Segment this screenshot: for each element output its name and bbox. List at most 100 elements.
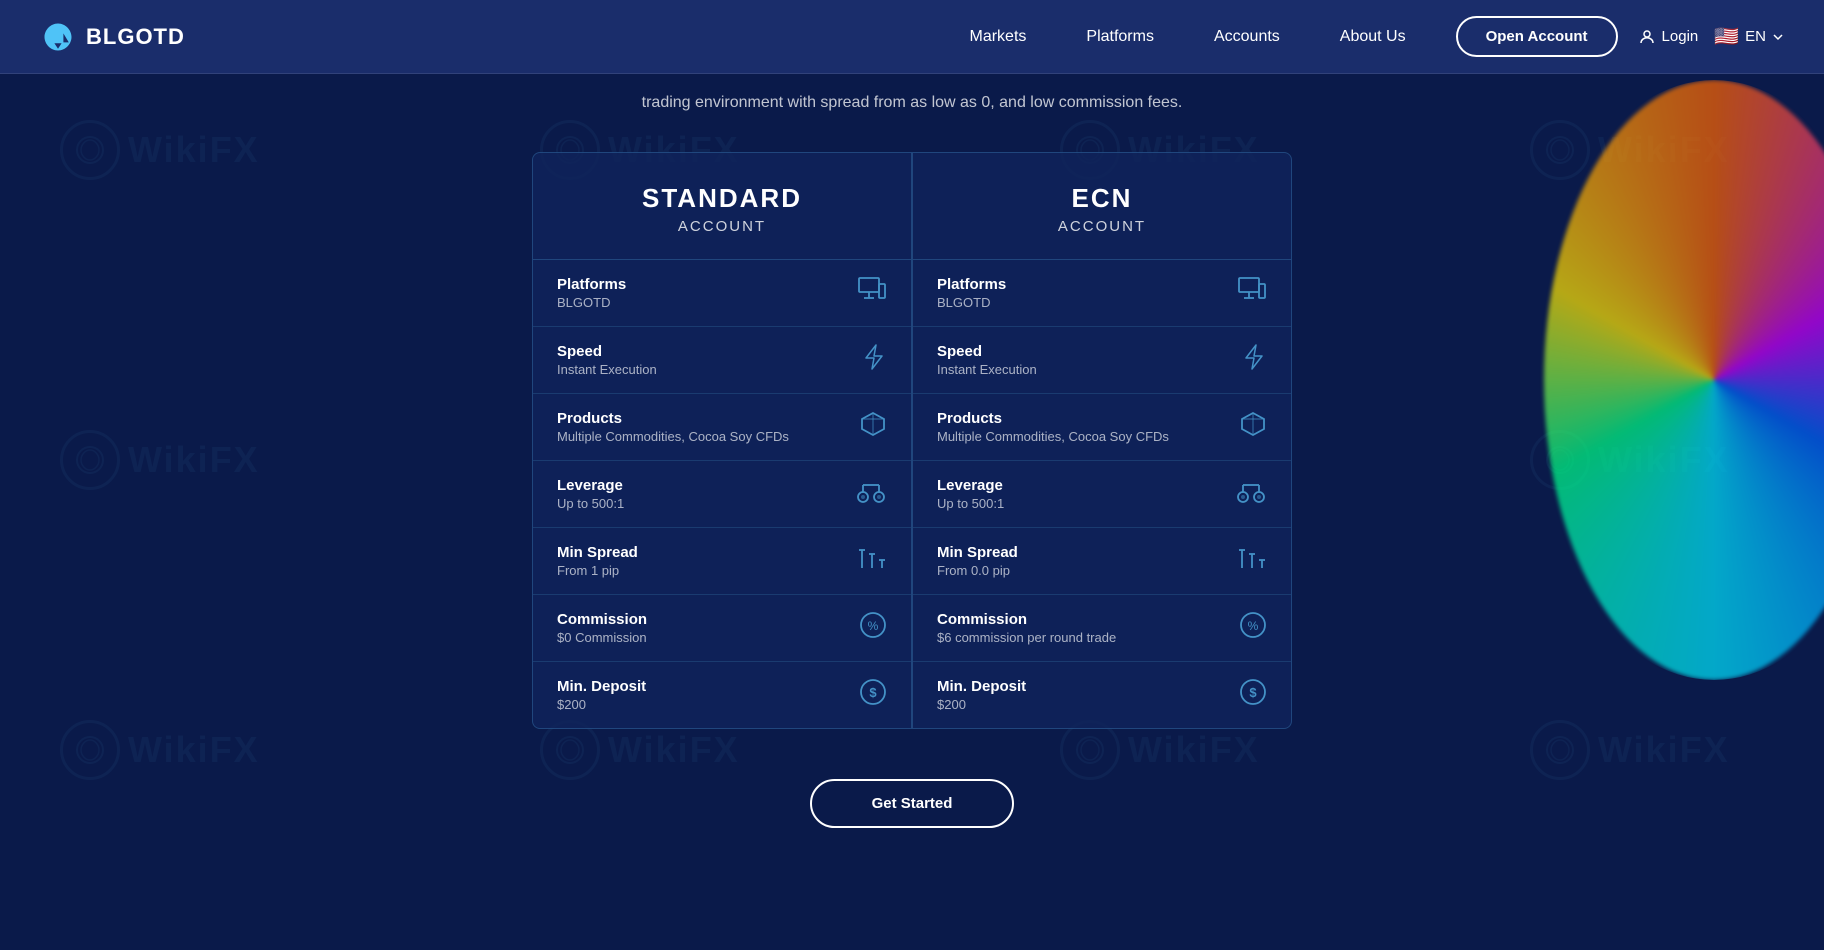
standard-row-leverage: Leverage Up to 500:1 [533,461,911,528]
ecn-products-label: Products [937,410,1169,427]
user-icon [1638,28,1656,46]
ecn-speed-value: Instant Execution [937,362,1037,377]
ecn-products-value: Multiple Commodities, Cocoa Soy CFDs [937,429,1169,444]
standard-title: STANDARD [553,183,891,214]
ecn-deposit-text: Min. Deposit $200 [937,678,1026,712]
standard-row-deposit: Min. Deposit $200 $ [533,662,911,728]
ecn-row-deposit: Min. Deposit $200 $ [913,662,1291,728]
nav-right: Login 🇺🇸 EN [1638,24,1784,49]
standard-leverage-text: Leverage Up to 500:1 [557,477,624,511]
ecn-speed-text: Speed Instant Execution [937,343,1037,377]
ecn-subtitle: ACCOUNT [933,218,1271,235]
deposit-icon: $ [859,678,887,712]
standard-deposit-value: $200 [557,697,646,712]
lang-label: EN [1745,28,1766,45]
navbar: BLGOTD Markets Platforms Accounts About … [0,0,1824,74]
subtitle-text: trading environment with spread from as … [412,74,1412,122]
login-button[interactable]: Login [1638,28,1699,46]
ecn-platforms-icon [1237,276,1267,310]
nav-item-markets[interactable]: Markets [939,0,1056,74]
ecn-leverage-text: Leverage Up to 500:1 [937,477,1004,511]
ecn-card-header: ECN ACCOUNT [913,153,1291,260]
ecn-deposit-value: $200 [937,697,1026,712]
ecn-spread-icon [1237,544,1267,578]
standard-rows: Platforms BLGOTD Speed [533,260,911,728]
ecn-speed-label: Speed [937,343,1037,360]
standard-platforms-value: BLGOTD [557,295,626,310]
ecn-title: ECN [933,183,1271,214]
ecn-commission-text: Commission $6 commission per round trade [937,611,1116,645]
ecn-account-card: ECN ACCOUNT Platforms BLGOTD [912,152,1292,729]
ecn-leverage-icon [1235,477,1267,511]
nav-link-accounts[interactable]: Accounts [1184,0,1310,74]
standard-row-commission: Commission $0 Commission % [533,595,911,662]
spread-icon [857,544,887,578]
svg-text:%: % [868,619,879,633]
ecn-deposit-label: Min. Deposit [937,678,1026,695]
nav-link-markets[interactable]: Markets [939,0,1056,74]
ecn-row-spread: Min Spread From 0.0 pip [913,528,1291,595]
ecn-platforms-text: Platforms BLGOTD [937,276,1006,310]
standard-speed-text: Speed Instant Execution [557,343,657,377]
standard-subtitle: ACCOUNT [553,218,891,235]
main-content: trading environment with spread from as … [0,74,1824,898]
ecn-rows: Platforms BLGOTD Speed [913,260,1291,728]
nav-links: Markets Platforms Accounts About Us [939,0,1435,74]
ecn-speed-icon [1241,343,1267,377]
standard-row-speed: Speed Instant Execution [533,327,911,394]
standard-deposit-label: Min. Deposit [557,678,646,695]
flag-icon: 🇺🇸 [1714,24,1739,49]
standard-account-card: STANDARD ACCOUNT Platforms BLGOTD [532,152,912,729]
standard-platforms-label: Platforms [557,276,626,293]
standard-row-products: Products Multiple Commodities, Cocoa Soy… [533,394,911,461]
ecn-spread-value: From 0.0 pip [937,563,1018,578]
svg-text:%: % [1248,619,1259,633]
nav-item-platforms[interactable]: Platforms [1056,0,1184,74]
standard-commission-text: Commission $0 Commission [557,611,647,645]
get-started-button[interactable]: Get Started [810,779,1015,828]
ecn-row-commission: Commission $6 commission per round trade… [913,595,1291,662]
standard-commission-value: $0 Commission [557,630,647,645]
standard-spread-value: From 1 pip [557,563,638,578]
nav-link-about[interactable]: About Us [1310,0,1436,74]
ecn-row-platforms: Platforms BLGOTD [913,260,1291,327]
ecn-platforms-label: Platforms [937,276,1006,293]
open-account-button[interactable]: Open Account [1456,16,1618,57]
standard-speed-value: Instant Execution [557,362,657,377]
standard-card-header: STANDARD ACCOUNT [533,153,911,260]
commission-icon: % [859,611,887,645]
standard-spread-text: Min Spread From 1 pip [557,544,638,578]
leverage-icon [855,477,887,511]
bottom-area: Get Started [0,759,1824,858]
ecn-deposit-icon: $ [1239,678,1267,712]
login-label: Login [1662,28,1699,45]
nav-link-platforms[interactable]: Platforms [1056,0,1184,74]
standard-speed-label: Speed [557,343,657,360]
standard-deposit-text: Min. Deposit $200 [557,678,646,712]
standard-leverage-value: Up to 500:1 [557,496,624,511]
platforms-icon [857,276,887,310]
nav-item-about[interactable]: About Us [1310,0,1436,74]
ecn-spread-text: Min Spread From 0.0 pip [937,544,1018,578]
logo-text: BLGOTD [86,24,185,50]
ecn-row-leverage: Leverage Up to 500:1 [913,461,1291,528]
standard-spread-label: Min Spread [557,544,638,561]
standard-products-value: Multiple Commodities, Cocoa Soy CFDs [557,429,789,444]
language-selector[interactable]: 🇺🇸 EN [1714,24,1784,49]
ecn-spread-label: Min Spread [937,544,1018,561]
ecn-commission-value: $6 commission per round trade [937,630,1116,645]
standard-row-spread: Min Spread From 1 pip [533,528,911,595]
ecn-leverage-value: Up to 500:1 [937,496,1004,511]
ecn-products-text: Products Multiple Commodities, Cocoa Soy… [937,410,1169,444]
svg-text:$: $ [869,685,877,700]
logo-icon [40,19,76,55]
standard-row-platforms: Platforms BLGOTD [533,260,911,327]
ecn-row-speed: Speed Instant Execution [913,327,1291,394]
standard-leverage-label: Leverage [557,477,624,494]
ecn-commission-label: Commission [937,611,1116,628]
nav-item-accounts[interactable]: Accounts [1184,0,1310,74]
ecn-commission-icon: % [1239,611,1267,645]
logo[interactable]: BLGOTD [40,19,185,55]
account-cards-container: STANDARD ACCOUNT Platforms BLGOTD [312,122,1512,759]
standard-products-label: Products [557,410,789,427]
